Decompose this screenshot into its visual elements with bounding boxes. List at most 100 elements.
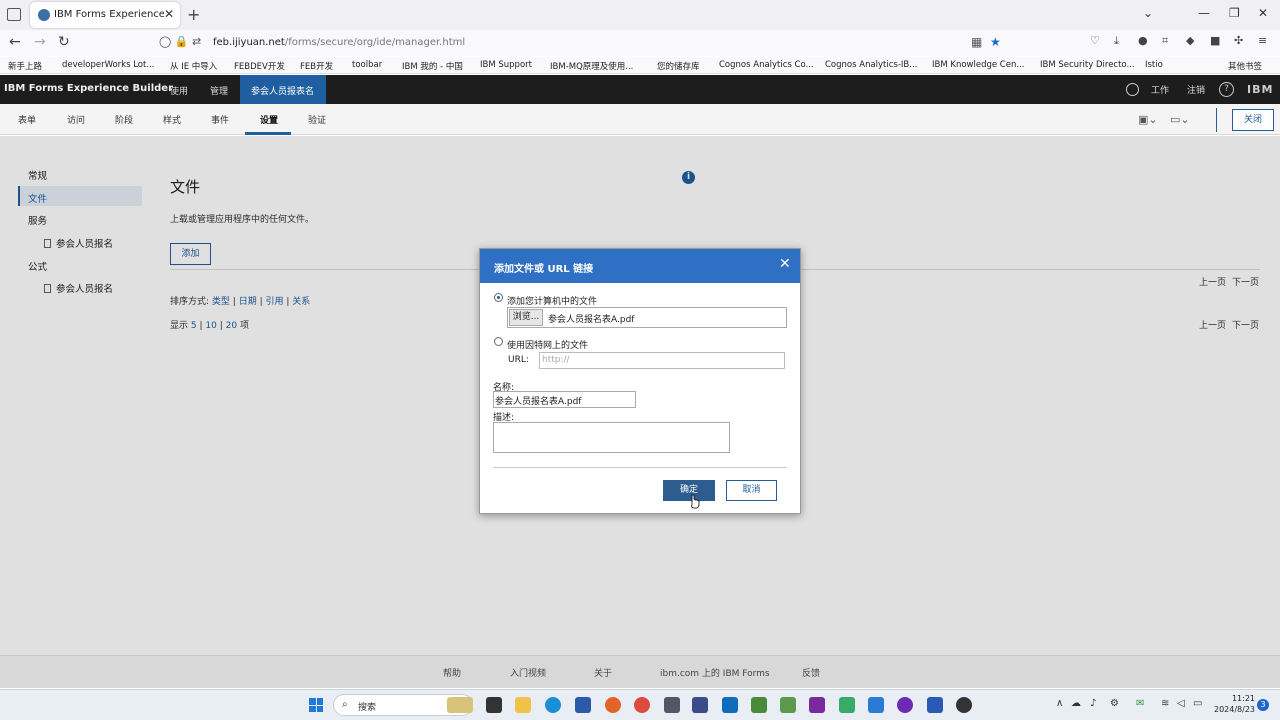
store-icon[interactable] [575,697,591,713]
footer-feedback-link[interactable]: 反馈 [802,666,820,679]
tab-validation[interactable]: 验证 [308,113,326,126]
preview-device-icon[interactable]: ▭⌄ [1170,113,1190,126]
new-tab-icon[interactable]: + [187,5,200,24]
address-bar[interactable]: ◯ 🔒 ⇄ feb.ijiyuan.net/forms/secure/org/i… [155,32,1010,54]
bookmark-item[interactable]: Cognos Analytics Co... [719,60,814,70]
notepad-icon[interactable] [751,697,767,713]
bookmark-item[interactable]: IBM Support [480,60,532,70]
radio-local-file[interactable] [494,293,503,302]
nav-use[interactable]: 使用 [170,84,188,97]
puzzle-icon[interactable]: ✣ [1234,34,1243,47]
wifi-icon[interactable]: ≋ [1161,698,1169,709]
crop-icon[interactable]: ⌗ [1162,34,1168,48]
tab-settings[interactable]: 设置 [260,113,278,126]
battery-icon[interactable]: ▭ [1193,698,1202,709]
help-icon[interactable]: ? [1219,82,1234,97]
footer-help-link[interactable]: 帮助 [443,666,461,679]
bookmark-item[interactable]: IBM 我的 - 中国 [402,60,463,72]
tab-form[interactable]: 表单 [18,113,36,126]
onedrive-icon[interactable]: ☁ [1071,698,1081,709]
bookmark-item[interactable]: developerWorks Lot... [62,60,154,70]
bookmark-item[interactable]: FEBDEV开发 [234,60,285,72]
bookmark-item[interactable]: 新手上路 [8,60,42,72]
extension-c-icon[interactable]: ● [1138,34,1148,47]
user-icon[interactable] [1126,83,1139,96]
bookmark-item[interactable]: 从 IE 中导入 [170,60,217,72]
download-icon[interactable]: ⤓ [1114,34,1119,48]
close-button[interactable]: 关闭 [1232,109,1274,131]
edge-icon[interactable] [545,697,561,713]
extension-icon[interactable]: ■ [1210,34,1220,47]
name-input[interactable]: 参会人员报名表A.pdf [493,391,636,408]
app-icon[interactable] [897,697,913,713]
back-icon[interactable]: ← [9,34,21,50]
tab-overview-icon[interactable] [7,8,21,21]
tab-style[interactable]: 样式 [163,113,181,126]
footer-about-link[interactable]: 关于 [594,666,612,679]
chrome-icon[interactable] [634,697,650,713]
word-icon[interactable] [927,697,943,713]
bookmark-item[interactable]: toolbar [352,60,382,70]
logout-link[interactable]: 注销 [1187,83,1205,96]
bookmark-item[interactable]: IBM-MQ原理及使用... [550,60,633,72]
app-icon[interactable] [868,697,884,713]
forward-icon[interactable]: → [34,34,46,50]
ok-button[interactable]: 确定 [663,480,715,501]
bookmark-item[interactable]: 其他书签 [1228,60,1262,72]
window-close-icon[interactable]: ✕ [1258,6,1268,20]
bookmark-star-icon[interactable]: ★ [990,35,1001,49]
bookmark-item[interactable]: FEB开发 [300,60,333,72]
file-explorer-icon[interactable] [515,697,531,713]
browse-button[interactable]: 浏览... [509,309,543,326]
remote-desktop-icon[interactable] [664,697,680,713]
menu-icon[interactable]: ≡ [1258,34,1267,47]
file-picker[interactable]: 浏览... 参会人员报名表A.pdf [507,307,787,328]
tray-chevron-icon[interactable]: ∧ [1056,698,1063,709]
work-link[interactable]: 工作 [1151,83,1169,96]
tray-app-icon[interactable]: ⚙ [1110,698,1119,709]
firefox-icon[interactable] [605,697,621,713]
tab-events[interactable]: 事件 [211,113,229,126]
vscode-icon[interactable] [809,697,825,713]
maximize-icon[interactable]: ❐ [1229,6,1240,20]
widget-icon[interactable] [447,697,473,713]
qr-icon[interactable]: ▦ [971,35,982,49]
app-icon[interactable] [839,697,855,713]
description-textarea[interactable] [493,422,730,453]
tab-list-icon[interactable]: ⌄ [1143,6,1153,20]
bookmark-item[interactable]: Cognos Analytics-IB... [825,60,917,70]
bookmark-item[interactable]: Istio [1145,60,1163,70]
pocket-icon[interactable]: ♡ [1090,34,1100,47]
bookmark-item[interactable]: IBM Knowledge Cen... [932,60,1024,70]
footer-ibm-forms-link[interactable]: ibm.com 上的 IBM Forms [660,666,770,679]
tab-stages[interactable]: 阶段 [115,113,133,126]
minimize-icon[interactable]: — [1198,6,1210,20]
footer-videos-link[interactable]: 入门视频 [510,666,546,679]
url-text[interactable]: feb.ijiyuan.net/forms/secure/org/ide/man… [213,37,465,48]
browser-tab[interactable]: IBM Forms Experience Builder ✕ [30,2,180,28]
mic-icon[interactable]: ♪ [1090,698,1096,709]
active-app-tab[interactable]: 参会人员报表名 [240,75,326,104]
dialog-close-icon[interactable]: ✕ [779,256,791,272]
outlook-icon[interactable] [722,697,738,713]
tab-close-icon[interactable]: ✕ [164,7,174,21]
windows-start-icon[interactable] [309,698,323,712]
nav-manage[interactable]: 管理 [210,84,228,97]
bookmark-item[interactable]: IBM Security Directo... [1040,60,1135,70]
system-clock[interactable]: 11:21 2024/8/23 [1214,693,1255,715]
app-icon[interactable] [692,697,708,713]
url-input[interactable]: http:// [539,352,785,369]
reload-icon[interactable]: ↻ [58,34,70,50]
task-view-icon[interactable] [486,697,502,713]
volume-icon[interactable]: ◁ [1177,698,1185,709]
notification-badge[interactable]: 3 [1257,699,1269,711]
vpn-icon[interactable]: ◆ [1186,34,1194,47]
wechat-icon[interactable]: ✉ [1136,698,1144,709]
cancel-button[interactable]: 取消 [726,480,777,501]
save-view-icon[interactable]: ▣⌄ [1138,113,1158,126]
radio-url[interactable] [494,337,503,346]
app-icon[interactable] [780,697,796,713]
app-icon[interactable] [956,697,972,713]
bookmark-item[interactable]: 您的储存库 [657,60,700,72]
tab-access[interactable]: 访问 [67,113,85,126]
